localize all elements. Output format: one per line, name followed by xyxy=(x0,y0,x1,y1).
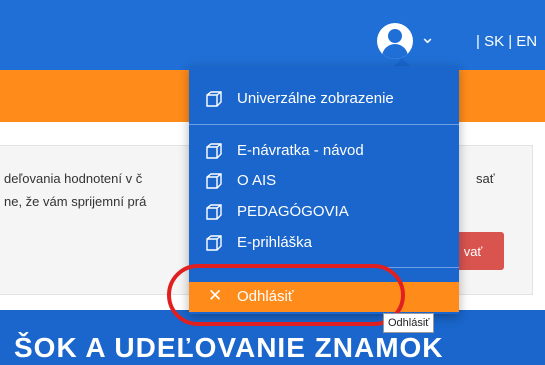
menu-item-label: E-návratka - návod xyxy=(237,142,364,159)
banner-title: ŠOK A UDEĽOVANIE ZNAMOK xyxy=(14,332,444,363)
tooltip: Odhlásiť xyxy=(383,313,435,333)
menu-item-univerzalne-zobrazenie[interactable]: Univerzálne zobrazenie xyxy=(189,86,459,112)
menu-item-label: O AIS xyxy=(237,172,277,189)
panel-text-line1-right: sať xyxy=(476,171,495,186)
panel-text-line1: deľovania hodnotení v č xyxy=(4,171,143,186)
cube-icon xyxy=(206,204,222,220)
red-highlight-ellipse xyxy=(167,264,405,326)
user-avatar-icon[interactable] xyxy=(377,23,413,59)
menu-item-e-navratka[interactable]: E-návratka - návod xyxy=(189,138,459,164)
menu-item-label: PEDAGÓGOVIA xyxy=(237,203,349,220)
menu-item-pedagogovia[interactable]: PEDAGÓGOVIA xyxy=(189,199,459,225)
cube-icon xyxy=(206,91,222,107)
menu-item-label: E-prihláška xyxy=(237,234,313,251)
menu-item-label: Univerzálne zobrazenie xyxy=(237,90,394,107)
cube-icon xyxy=(206,143,222,159)
language-switch[interactable]: | SK | EN xyxy=(476,33,537,50)
top-navbar: ⌄ | SK | EN xyxy=(0,0,545,70)
menu-divider xyxy=(189,124,459,125)
cube-icon xyxy=(206,173,222,189)
panel-text-line2: ne, že vám sprijemní prá xyxy=(4,194,147,209)
menu-item-e-prihlaska[interactable]: E-prihláška xyxy=(189,230,459,256)
chevron-down-icon[interactable]: ⌄ xyxy=(420,28,435,46)
cube-icon xyxy=(206,235,222,251)
menu-item-o-ais[interactable]: O AIS xyxy=(189,168,459,194)
